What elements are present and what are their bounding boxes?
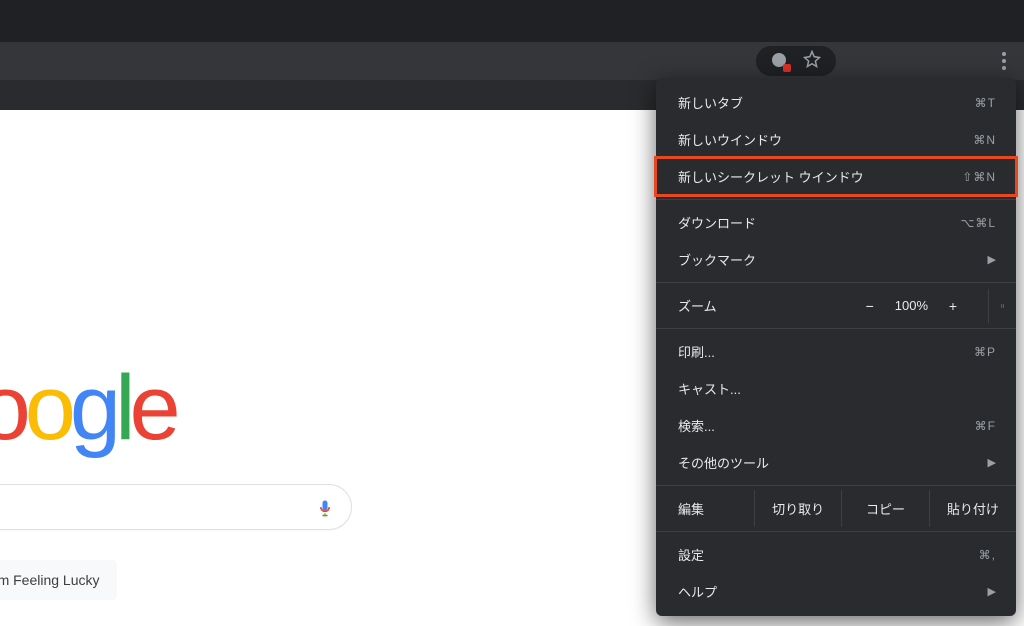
menu-edit-paste[interactable]: 貼り付け xyxy=(929,490,1016,527)
menu-new-window[interactable]: 新しいウインドウ ⌘N xyxy=(656,121,1016,158)
menu-item-shortcut: ⌘F xyxy=(975,419,996,433)
zoom-in-button[interactable]: + xyxy=(946,298,960,314)
menu-separator xyxy=(656,485,1016,486)
menu-zoom: ズーム − 100% + xyxy=(656,287,1016,324)
menu-new-tab[interactable]: 新しいタブ ⌘T xyxy=(656,84,1016,121)
menu-item-shortcut: ⌘T xyxy=(975,96,996,110)
menu-item-label: 新しいウインドウ xyxy=(678,130,782,149)
menu-item-label: 新しいタブ xyxy=(678,93,743,112)
menu-settings[interactable]: 設定 ⌘, xyxy=(656,536,1016,573)
menu-downloads[interactable]: ダウンロード ⌥⌘L xyxy=(656,204,1016,241)
menu-find[interactable]: 検索... ⌘F xyxy=(656,407,1016,444)
chevron-right-icon: ▶ xyxy=(988,456,996,469)
address-bar-actions xyxy=(756,46,836,76)
menu-item-label: 検索... xyxy=(678,416,715,435)
tab-strip xyxy=(0,0,1024,42)
menu-print[interactable]: 印刷... ⌘P xyxy=(656,333,1016,370)
menu-item-label: 設定 xyxy=(678,545,704,564)
menu-item-label: ズーム xyxy=(678,296,717,315)
chevron-right-icon: ▶ xyxy=(988,585,996,598)
menu-edit-copy[interactable]: コピー xyxy=(841,490,928,527)
menu-item-shortcut: ⌘P xyxy=(974,345,996,359)
menu-item-label: ダウンロード xyxy=(678,213,756,232)
chevron-right-icon: ▶ xyxy=(988,253,996,266)
menu-item-shortcut: ⌘, xyxy=(979,548,996,562)
search-buttons-row: 検索 I'm Feeling Lucky xyxy=(0,560,117,600)
menu-item-shortcut: ⇧⌘N xyxy=(962,170,996,184)
menu-item-label: キャスト... xyxy=(678,379,741,398)
menu-item-label: 新しいシークレット ウインドウ xyxy=(678,167,864,186)
menu-item-label: その他のツール xyxy=(678,453,769,472)
menu-more-tools[interactable]: その他のツール ▶ xyxy=(656,444,1016,481)
zoom-level-value: 100% xyxy=(895,298,928,313)
toolbar xyxy=(0,42,1024,80)
menu-edit-label: 編集 xyxy=(656,490,754,527)
menu-separator xyxy=(656,531,1016,532)
zoom-out-button[interactable]: − xyxy=(863,298,877,314)
menu-new-incognito-window[interactable]: 新しいシークレット ウインドウ ⇧⌘N xyxy=(656,158,1016,195)
menu-edit-row: 編集 切り取り コピー 貼り付け xyxy=(656,490,1016,527)
menu-item-label: ブックマーク xyxy=(678,250,756,269)
extension-icon[interactable] xyxy=(771,52,789,70)
menu-separator xyxy=(656,282,1016,283)
menu-item-shortcut: ⌥⌘L xyxy=(960,216,996,230)
menu-separator xyxy=(656,199,1016,200)
menu-bookmarks[interactable]: ブックマーク ▶ xyxy=(656,241,1016,278)
menu-help[interactable]: ヘルプ ▶ xyxy=(656,573,1016,610)
chrome-menu-button[interactable] xyxy=(996,46,1012,76)
voice-search-icon[interactable] xyxy=(315,497,335,524)
fullscreen-button[interactable] xyxy=(988,289,1016,323)
chrome-main-menu: 新しいタブ ⌘T 新しいウインドウ ⌘N 新しいシークレット ウインドウ ⇧⌘N… xyxy=(656,78,1016,616)
menu-cast[interactable]: キャスト... xyxy=(656,370,1016,407)
feeling-lucky-button[interactable]: I'm Feeling Lucky xyxy=(0,560,117,600)
menu-item-shortcut: ⌘N xyxy=(973,133,996,147)
bookmark-star-icon[interactable] xyxy=(803,50,821,73)
menu-item-label: 印刷... xyxy=(678,342,715,361)
menu-edit-cut[interactable]: 切り取り xyxy=(754,490,841,527)
menu-item-label: ヘルプ xyxy=(678,582,717,601)
search-input[interactable] xyxy=(0,484,352,530)
menu-separator xyxy=(656,328,1016,329)
google-logo: Google xyxy=(0,356,175,461)
